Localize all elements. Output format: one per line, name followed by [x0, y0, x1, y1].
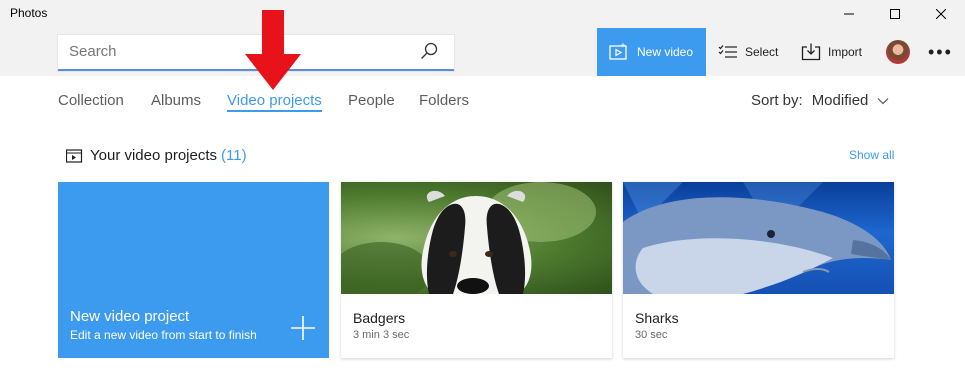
- select-button[interactable]: Select: [718, 28, 778, 76]
- project-name: Badgers: [353, 310, 406, 326]
- title-bar: Photos: [0, 0, 965, 28]
- import-icon: [801, 43, 821, 61]
- project-name: Sharks: [635, 310, 679, 326]
- close-button[interactable]: [918, 0, 964, 28]
- new-video-label: New video: [637, 45, 694, 59]
- tab-people[interactable]: People: [348, 92, 395, 109]
- import-button[interactable]: Import: [801, 28, 862, 76]
- badger-thumbnail: [341, 182, 612, 294]
- minimize-icon: [844, 13, 854, 15]
- tab-folders[interactable]: Folders: [419, 92, 469, 109]
- new-video-project-card[interactable]: New video project Edit a new video from …: [58, 182, 329, 358]
- project-count: (11): [221, 147, 247, 164]
- film-icon: [609, 43, 627, 60]
- new-video-button[interactable]: New video: [597, 28, 706, 76]
- project-card-badgers[interactable]: Badgers 3 min 3 sec: [341, 182, 612, 358]
- shark-thumbnail: [623, 182, 894, 294]
- tab-collection[interactable]: Collection: [58, 92, 124, 109]
- film-icon: [66, 149, 83, 163]
- maximize-button[interactable]: [872, 0, 918, 28]
- new-project-title: New video project: [70, 308, 190, 325]
- section-title: Your video projects (11): [90, 147, 247, 164]
- sort-dropdown[interactable]: Sort by: Modified: [751, 92, 889, 109]
- project-duration: 30 sec: [635, 329, 668, 341]
- avatar[interactable]: [886, 40, 910, 64]
- close-icon: [936, 9, 946, 19]
- show-all-link[interactable]: Show all: [849, 148, 894, 162]
- import-label: Import: [828, 45, 863, 59]
- minimize-button[interactable]: [826, 0, 872, 28]
- header-bar: New video Select Import •••: [0, 28, 965, 76]
- tab-video-projects[interactable]: Video projects: [227, 92, 322, 112]
- project-duration: 3 min 3 sec: [353, 329, 410, 341]
- annotation-arrow-icon: [245, 10, 301, 90]
- more-options-button[interactable]: •••: [928, 42, 953, 63]
- search-icon[interactable]: [420, 42, 438, 60]
- project-card-sharks[interactable]: Sharks 30 sec: [623, 182, 894, 358]
- tab-albums[interactable]: Albums: [151, 92, 201, 109]
- plus-icon: [291, 316, 315, 340]
- maximize-icon: [890, 9, 900, 19]
- section-title-text: Your video projects: [90, 147, 218, 164]
- checklist-icon: [718, 45, 737, 58]
- app-title: Photos: [10, 6, 48, 20]
- select-label: Select: [745, 45, 779, 59]
- new-project-subtitle: Edit a new video from start to finish: [70, 328, 257, 342]
- search-input[interactable]: [69, 43, 399, 60]
- chevron-down-icon: [877, 97, 889, 104]
- sort-label: Sort by:: [751, 92, 803, 109]
- sort-value: Modified: [811, 92, 869, 109]
